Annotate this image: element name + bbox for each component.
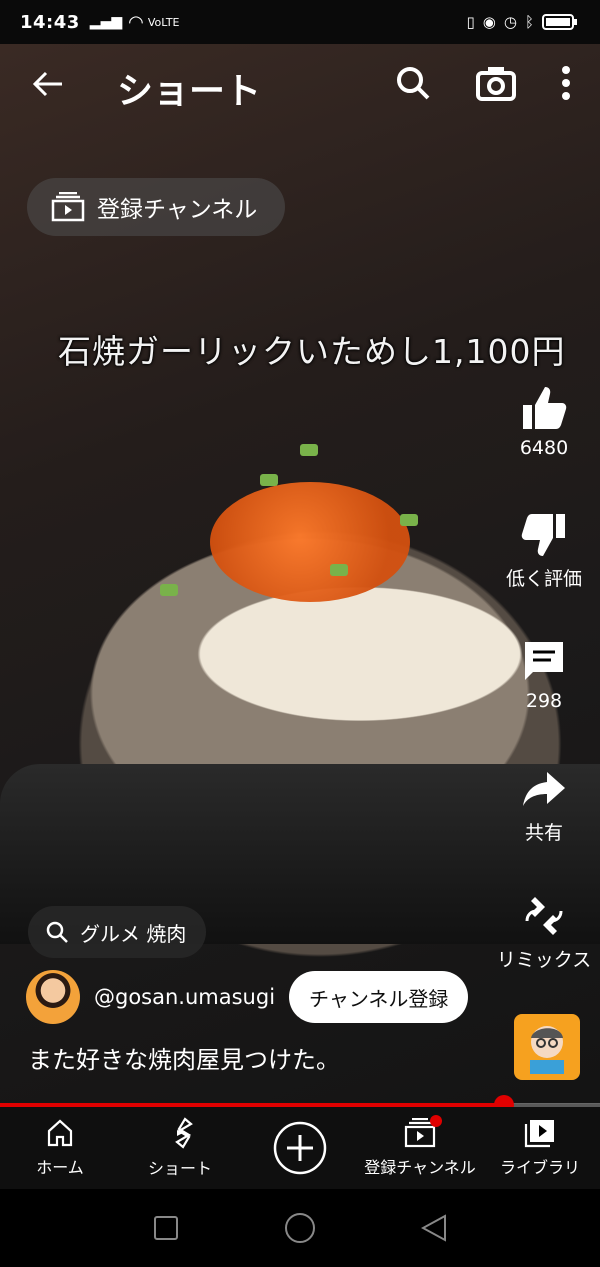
system-navigation-bar	[0, 1189, 600, 1267]
video-description[interactable]: また好きな焼肉屋見つけた。	[28, 1040, 340, 1075]
signal-icon: ▂▄▆	[89, 14, 123, 30]
garnish-graphic	[160, 584, 178, 596]
thumbs-down-icon	[521, 514, 565, 556]
garnish-graphic	[300, 444, 318, 456]
share-label: 共有	[524, 822, 563, 844]
dislike-button[interactable]: 低く評価	[494, 512, 594, 591]
video-caption-overlay: 石焼ガーリックいためし1,100円	[58, 332, 566, 371]
notification-dot	[430, 1115, 442, 1127]
home-circle-icon[interactable]	[284, 1212, 316, 1244]
garnish-graphic	[260, 474, 278, 486]
search-icon[interactable]	[394, 64, 432, 102]
lock-icon: ◉	[482, 13, 496, 31]
comments-count: 298	[525, 690, 563, 712]
nav-home-label: ホーム	[36, 1158, 84, 1177]
nav-item-subscriptions[interactable]: 登録チャンネル	[360, 1107, 480, 1189]
comments-button[interactable]: 298	[494, 638, 594, 712]
nav-library-label: ライブラリ	[499, 1158, 580, 1177]
garnish-graphic	[400, 514, 418, 526]
like-button[interactable]: 6480	[494, 385, 594, 459]
nav-item-home[interactable]: ホーム	[0, 1107, 120, 1189]
camera-icon[interactable]	[476, 65, 516, 101]
more-vert-icon[interactable]	[560, 65, 572, 101]
vibrate-icon: ▯	[466, 13, 475, 31]
thumbs-up-icon	[523, 387, 567, 429]
status-bar: 14:43 ▂▄▆ ◠ VoLTE ▯ ◉ ◷ ᛒ	[0, 0, 600, 44]
recent-apps-icon[interactable]	[153, 1215, 179, 1241]
create-plus-icon	[273, 1121, 327, 1175]
shorts-icon	[175, 1117, 193, 1149]
battery-icon	[542, 14, 577, 30]
nav-shorts-label: ショート	[147, 1159, 212, 1178]
bottom-navigation: ホーム ショート 登録チャンネル ライブラリ	[0, 1107, 600, 1189]
nav-item-library[interactable]: ライブラリ	[480, 1107, 600, 1189]
page-title: ショート	[117, 71, 262, 112]
channel-handle[interactable]: @gosan.umasugi	[94, 985, 275, 1009]
avatar[interactable]	[26, 970, 80, 1024]
character-thumbnail-icon	[530, 1026, 564, 1074]
back-arrow-icon[interactable]	[30, 66, 66, 102]
video-food-graphic	[210, 482, 410, 602]
share-icon	[523, 772, 565, 806]
search-suggestion-chip[interactable]: グルメ 焼肉	[28, 906, 207, 958]
status-time: 14:43	[20, 11, 80, 33]
subscribe-button[interactable]: チャンネル登録	[289, 971, 469, 1023]
remix-source-thumbnail[interactable]	[514, 1014, 580, 1080]
volte-badge: VoLTE	[147, 15, 180, 29]
alarm-icon: ◷	[503, 13, 517, 31]
remix-icon	[525, 897, 563, 935]
back-triangle-icon[interactable]	[421, 1214, 447, 1242]
channel-row: @gosan.umasugi チャンネル登録	[26, 970, 469, 1024]
wifi-icon: ◠	[128, 11, 144, 33]
top-app-bar: ショート	[0, 44, 600, 128]
search-chip-label: グルメ 焼肉	[80, 921, 187, 946]
subscriptions-chip[interactable]: 登録チャンネル	[27, 178, 286, 236]
home-icon	[47, 1119, 73, 1147]
share-button[interactable]: 共有	[494, 766, 594, 845]
bluetooth-icon: ᛒ	[524, 13, 534, 31]
dislike-label: 低く評価	[505, 568, 582, 590]
subscriptions-icon	[51, 192, 85, 222]
garnish-graphic	[330, 564, 348, 576]
remix-button[interactable]: リミックス	[494, 893, 594, 972]
nav-item-create[interactable]	[240, 1107, 360, 1189]
library-icon	[524, 1120, 554, 1148]
like-count: 6480	[519, 437, 569, 459]
remix-label: リミックス	[496, 949, 592, 971]
status-icons: ▯ ◉ ◷ ᛒ	[467, 13, 580, 31]
subscriptions-chip-label: 登録チャンネル	[97, 197, 258, 223]
nav-item-shorts[interactable]: ショート	[120, 1107, 240, 1189]
nav-subscriptions-label: 登録チャンネル	[364, 1158, 476, 1177]
search-icon	[46, 921, 68, 943]
comment-icon	[525, 642, 563, 680]
